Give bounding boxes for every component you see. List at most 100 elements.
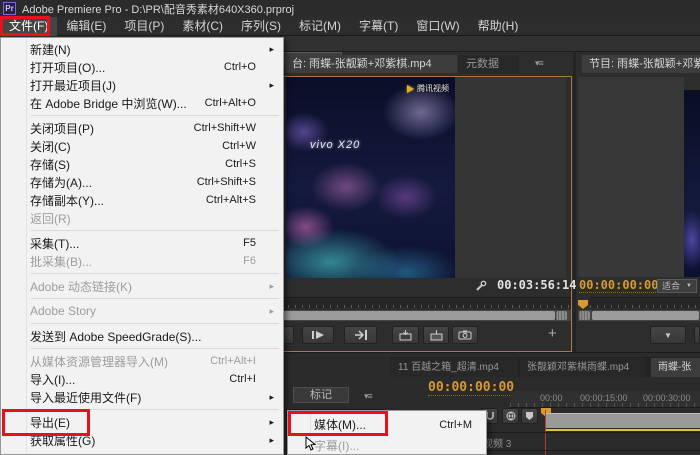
menu-separator [1, 112, 283, 119]
menubar-item-project[interactable]: 项目(P) [115, 17, 173, 36]
export-frame-button[interactable] [452, 326, 478, 344]
panel-menu-icon[interactable]: ▾≡ [535, 58, 543, 69]
mouse-cursor [305, 436, 317, 452]
tab-sequence-active[interactable]: 雨蝶-张 [651, 358, 700, 377]
transport-partial-button[interactable] [694, 326, 700, 344]
source-timecode: 00:03:56:14 [497, 278, 576, 292]
step-forward-icon [311, 330, 325, 340]
step-forward-button[interactable] [302, 326, 334, 344]
tencent-video-watermark: 腾讯视频 [407, 83, 449, 94]
tab-program[interactable]: 节目: 雨蝶-张靓颖+邓紫 [582, 55, 700, 73]
menubar-item-sequence[interactable]: 序列(S) [232, 17, 290, 36]
encore-marker-button[interactable] [502, 408, 519, 424]
overwrite-icon [430, 330, 443, 341]
menu-item-browse-bridge[interactable]: 在 Adobe Bridge 中浏览(W)...Ctrl+Alt+O [1, 94, 283, 112]
work-area-underline [546, 429, 700, 431]
video-overlay-text: vivo X20 [310, 139, 360, 151]
overwrite-button[interactable] [423, 326, 449, 344]
menu-item-import[interactable]: 导入(I)...Ctrl+I [1, 370, 283, 388]
submenu-item-media[interactable]: 媒体(M)...Ctrl+M [288, 414, 486, 435]
ruler-tick-label: 00:00:30:00 [643, 393, 691, 403]
program-timecode: 00:00:00:00 [579, 278, 658, 293]
down-pentagon-icon: ▼ [664, 331, 672, 340]
panel-menu-icon[interactable]: ▾≡ [364, 391, 372, 402]
menu-item-capture[interactable]: 采集(T)...F5 [1, 234, 283, 252]
scrollbar-grip[interactable] [579, 311, 590, 320]
marker-button[interactable] [521, 408, 538, 424]
menubar-item-clip[interactable]: 素材(C) [173, 17, 232, 36]
source-video-preview: 腾讯视频 vivo X20 [286, 77, 455, 278]
menu-separator [1, 345, 283, 352]
premiere-app-icon: Pr [3, 2, 16, 15]
menu-item-save-as[interactable]: 存储为(A)...Ctrl+Shift+S [1, 173, 283, 191]
menu-separator [1, 227, 283, 234]
menu-item-open-recent[interactable]: 打开最近项目(J)▸ [1, 76, 283, 94]
menu-item-close-project[interactable]: 关闭项目(P)Ctrl+Shift+W [1, 119, 283, 137]
submenu-arrow-icon: ▸ [269, 80, 274, 91]
menu-item-get-properties[interactable]: 获取属性(G)▸ [1, 431, 283, 449]
menubar-item-marker[interactable]: 标记(M) [290, 17, 350, 36]
submenu-arrow-icon: ▸ [269, 281, 274, 292]
source-monitor-panel: 台: 雨蝶-张靓颖+邓紫棋.mp4 元数据 ▾≡ 腾讯视频 vivo X20 1… [280, 52, 573, 352]
settings-wrench-button[interactable] [473, 279, 489, 293]
menubar-item-window[interactable]: 窗口(W) [407, 17, 468, 36]
goto-out-icon [354, 330, 368, 340]
program-monitor-panel: 节目: 雨蝶-张靓颖+邓紫 00:00:00:00 适合 ▼ ▼ [576, 52, 700, 352]
tab-markers[interactable]: 标记 [293, 387, 349, 403]
menu-item-export[interactable]: 导出(E)▸ [1, 413, 283, 431]
premiere-window: Pr Adobe Premiere Pro - D:\PR\配音秀素材640X3… [0, 0, 700, 455]
tab-metadata[interactable]: 元数据 [459, 55, 519, 73]
export-submenu: 媒体(M)...Ctrl+M 字幕(I)... [287, 410, 487, 455]
timeline-tab-row: 11 百越之箱_超清.mp4 张靓颖邓紫棋雨蝶.mp4 雨蝶-张 [390, 357, 700, 377]
menu-item-open-project[interactable]: 打开项目(O)...Ctrl+O [1, 58, 283, 76]
menu-item-save-copy[interactable]: 存储副本(Y)...Ctrl+Alt+S [1, 191, 283, 209]
source-mini-ruler[interactable] [281, 297, 571, 308]
menu-item-import-media-browser: 从媒体资源管理器导入(M)Ctrl+Alt+I [1, 352, 283, 370]
menu-separator [1, 320, 283, 327]
insert-icon [399, 330, 412, 341]
timeline-ruler[interactable]: 00:00 00:00:15:00 00:00:30:00 [510, 391, 700, 408]
camera-icon [458, 330, 472, 340]
program-mini-ruler[interactable] [590, 297, 700, 308]
menu-item-revert: 返回(R) [1, 209, 283, 227]
submenu-arrow-icon: ▸ [269, 392, 274, 403]
tab-sequence-1[interactable]: 11 百越之箱_超清.mp4 [391, 358, 518, 377]
program-video-preview [684, 90, 700, 277]
menubar-item-help[interactable]: 帮助(H) [469, 17, 528, 36]
tab-source-clip[interactable]: 台: 雨蝶-张靓颖+邓紫棋.mp4 [285, 55, 457, 73]
program-playhead[interactable] [578, 300, 588, 309]
source-scrollbar[interactable] [281, 310, 571, 321]
submenu-arrow-icon: ▸ [269, 417, 274, 428]
insert-button[interactable] [392, 326, 419, 344]
ruler-tick-label: 00:00 [540, 393, 563, 403]
ruler-tick-label: 00:00:15:00 [580, 393, 628, 403]
submenu-arrow-icon: ▸ [269, 306, 274, 317]
lift-button[interactable]: ▼ [650, 326, 686, 344]
work-area-bar[interactable] [546, 413, 700, 428]
goto-outpoint-button[interactable] [344, 326, 377, 344]
menu-item-save[interactable]: 存储(S)Ctrl+S [1, 155, 283, 173]
menu-separator [1, 270, 283, 277]
menu-item-send-speedgrade[interactable]: 发送到 Adobe SpeedGrade(S)... [1, 327, 283, 345]
menubar-item-edit[interactable]: 编辑(E) [57, 17, 115, 36]
program-fit-select[interactable]: 适合 ▼ [657, 279, 697, 293]
file-menu-dropdown: 新建(N)▸ 打开项目(O)...Ctrl+O 打开最近项目(J)▸ 在 Ado… [0, 37, 284, 455]
window-title: Adobe Premiere Pro - D:\PR\配音秀素材640X360.… [22, 1, 294, 17]
menubar-item-file[interactable]: 文件(F) [0, 17, 57, 36]
program-scrollbar[interactable] [578, 310, 700, 321]
add-button[interactable]: + [548, 325, 557, 342]
submenu-item-captions: 字幕(I)... [288, 435, 486, 455]
shield-icon [525, 411, 534, 421]
menu-item-import-recent[interactable]: 导入最近使用文件(F)▸ [1, 388, 283, 406]
menu-separator [1, 295, 283, 302]
scrollbar-grip[interactable] [556, 311, 567, 320]
menu-item-batch-capture: 批采集(B)...F6 [1, 252, 283, 270]
wrench-icon [475, 280, 487, 292]
menu-item-dynamic-link: Adobe 动态链接(K)▸ [1, 277, 283, 295]
menu-item-close[interactable]: 关闭(C)Ctrl+W [1, 137, 283, 155]
menu-bar: 文件(F) 编辑(E) 项目(P) 素材(C) 序列(S) 标记(M) 字幕(T… [0, 17, 700, 36]
menu-item-new[interactable]: 新建(N)▸ [1, 40, 283, 58]
menubar-item-title[interactable]: 字幕(T) [350, 17, 407, 36]
tab-sequence-2[interactable]: 张靓颖邓紫棋雨蝶.mp4 [520, 358, 645, 377]
play-logo-icon [407, 85, 414, 93]
